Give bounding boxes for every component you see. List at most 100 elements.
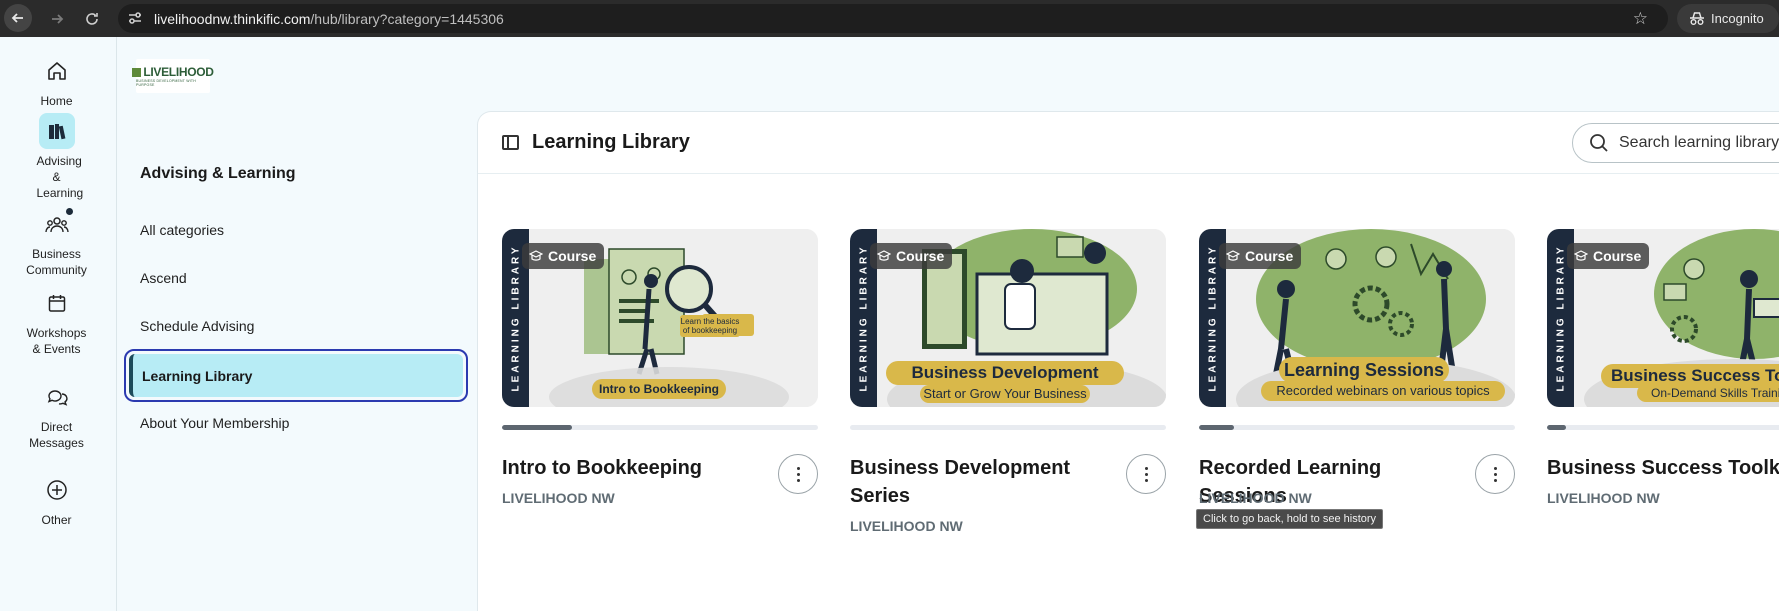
- logo-mark-icon: [132, 67, 142, 77]
- course-thumbnail[interactable]: LEARNING LIBRARY Course Learn the basics…: [502, 229, 818, 407]
- bookmark-star-icon[interactable]: ☆: [1633, 9, 1648, 29]
- course-badge-label: Course: [1245, 248, 1294, 264]
- search-input[interactable]: [1619, 132, 1779, 154]
- sidebar-link-ascend[interactable]: Ascend: [140, 270, 187, 286]
- books-icon: [38, 113, 75, 149]
- kebab-dot: [1144, 472, 1148, 476]
- course-title[interactable]: Business Success Toolkit: [1547, 454, 1779, 482]
- course-badge-label: Course: [548, 248, 597, 264]
- course-title[interactable]: Intro to Bookkeeping: [502, 454, 762, 482]
- thumbnail-title: Intro to Bookkeeping: [592, 379, 726, 399]
- incognito-indicator[interactable]: Incognito: [1677, 4, 1779, 33]
- strip-text: LEARNING LIBRARY: [510, 244, 521, 392]
- rail-item-other[interactable]: Other: [0, 472, 113, 528]
- kebab-dot: [1493, 466, 1497, 470]
- chat-icon: [39, 379, 75, 415]
- sidebar-link-about-membership[interactable]: About Your Membership: [140, 415, 289, 431]
- address-bar[interactable]: livelihoodnw.thinkific.com/hub/library?c…: [118, 4, 1668, 33]
- rail-item-home[interactable]: Home: [0, 53, 113, 109]
- thumbnail-title: Learning Sessions: [1279, 357, 1449, 383]
- sidebar-title: Advising & Learning: [140, 165, 296, 182]
- incognito-label: Incognito: [1711, 11, 1764, 26]
- sidebar-link-all-categories[interactable]: All categories: [140, 222, 224, 238]
- url-host: livelihoodnw.thinkific.com: [154, 11, 311, 27]
- strip-text: LEARNING LIBRARY: [1207, 244, 1218, 392]
- rail-label-workshops-events: Workshops & Events: [26, 326, 87, 356]
- course-thumbnail[interactable]: LEARNING LIBRARY Course Learning Session…: [1199, 229, 1515, 407]
- course-badge: Course: [870, 243, 953, 269]
- url-text: livelihoodnw.thinkific.com/hub/library?c…: [154, 11, 504, 27]
- course-progress-bar: [1199, 425, 1515, 430]
- back-button-tooltip: Click to go back, hold to see history: [1196, 509, 1384, 529]
- thumbnail-title: Business Development Series: [886, 361, 1124, 406]
- sidebar-link-schedule-advising[interactable]: Schedule Advising: [140, 318, 254, 334]
- kebab-dot: [796, 478, 800, 482]
- livelihood-logo[interactable]: LIVELIHOOD BUSINESS DEVELOPMENT WITH PUR…: [132, 59, 214, 93]
- thumbnail-subtitle: On-Demand Skills Trainin: [1637, 384, 1779, 402]
- rail-label-other: Other: [41, 513, 72, 527]
- kebab-dot: [796, 466, 800, 470]
- rail-label-direct-messages: Direct Messages: [29, 420, 84, 450]
- thumbnail-note: Learn the basics of bookkeeping: [680, 315, 740, 337]
- graduation-cap-icon: [877, 250, 891, 261]
- forward-button[interactable]: [43, 6, 71, 32]
- incognito-icon: [1690, 11, 1704, 25]
- rail-label-home: Home: [40, 94, 73, 108]
- kebab-dot: [1493, 478, 1497, 482]
- secondary-sidebar: LIVELIHOOD BUSINESS DEVELOPMENT WITH PUR…: [118, 37, 473, 611]
- course-author: LIVELIHOOD NW: [1547, 490, 1660, 506]
- sidebar-link-learning-library-label: Learning Library: [129, 354, 463, 397]
- strip-text: LEARNING LIBRARY: [1555, 244, 1566, 392]
- browser-toolbar: livelihoodnw.thinkific.com/hub/library?c…: [0, 0, 1779, 37]
- course-badge: Course: [522, 243, 605, 269]
- kebab-dot: [796, 472, 800, 476]
- sidebar-link-learning-library[interactable]: Learning Library: [124, 349, 468, 402]
- course-progress-bar: [850, 425, 1166, 430]
- rail-label-business-community: Business Community: [26, 247, 87, 277]
- plus-circle-icon: [39, 472, 75, 508]
- arrow-right-icon: [52, 14, 64, 24]
- rail-item-workshops-events[interactable]: Workshops & Events: [0, 285, 113, 357]
- main-panel: Learning Library LEARNING LIBRARY: [477, 111, 1779, 611]
- url-path: /hub/library?category=1445306: [310, 11, 504, 27]
- course-badge: Course: [1219, 243, 1302, 269]
- search-box[interactable]: [1572, 123, 1779, 163]
- course-progress-bar: [1547, 425, 1779, 430]
- arrow-left-icon: [11, 13, 23, 23]
- more-options-button[interactable]: [1475, 454, 1515, 494]
- back-button[interactable]: [4, 4, 32, 32]
- rail-item-business-community[interactable]: Business Community: [0, 206, 113, 278]
- thumbnail-subtitle: Recorded webinars on various topics: [1261, 381, 1505, 401]
- calendar-icon: [39, 285, 75, 321]
- reload-button[interactable]: [78, 6, 106, 32]
- main-header: Learning Library: [478, 112, 1779, 174]
- course-badge-label: Course: [1593, 248, 1642, 264]
- rail-item-direct-messages[interactable]: Direct Messages: [0, 379, 113, 451]
- progress-fill: [1547, 425, 1566, 430]
- course-title[interactable]: Business Development Series: [850, 454, 1110, 510]
- search-icon: [1590, 134, 1608, 152]
- home-icon: [39, 53, 75, 89]
- page-title: Learning Library: [532, 131, 690, 153]
- toggle-sidebar-icon[interactable]: [502, 135, 519, 150]
- progress-fill: [1199, 425, 1234, 430]
- course-badge-label: Course: [896, 248, 945, 264]
- graduation-cap-icon: [1574, 250, 1588, 261]
- course-author: LIVELIHOOD NW: [502, 490, 615, 506]
- rail-item-advising-learning[interactable]: Advising & Learning: [0, 113, 113, 201]
- notification-dot: [65, 208, 73, 215]
- primary-nav-rail: Home Advising & Learning Business Commun…: [0, 37, 117, 611]
- progress-fill: [502, 425, 572, 430]
- course-progress-bar: [502, 425, 818, 430]
- site-settings-icon[interactable]: [126, 10, 144, 28]
- graduation-cap-icon: [1226, 250, 1240, 261]
- more-options-button[interactable]: [778, 454, 818, 494]
- course-thumbnail[interactable]: LEARNING LIBRARY Course Business Success…: [1547, 229, 1779, 407]
- thumbnail-subtitle: Start or Grow Your Business: [920, 385, 1090, 403]
- kebab-dot: [1144, 466, 1148, 470]
- more-options-button[interactable]: [1126, 454, 1166, 494]
- graduation-cap-icon: [529, 250, 543, 261]
- logo-name: LIVELIHOOD: [143, 65, 214, 79]
- course-thumbnail[interactable]: LEARNING LIBRARY Course Business Develop…: [850, 229, 1166, 407]
- reload-icon: [86, 13, 98, 25]
